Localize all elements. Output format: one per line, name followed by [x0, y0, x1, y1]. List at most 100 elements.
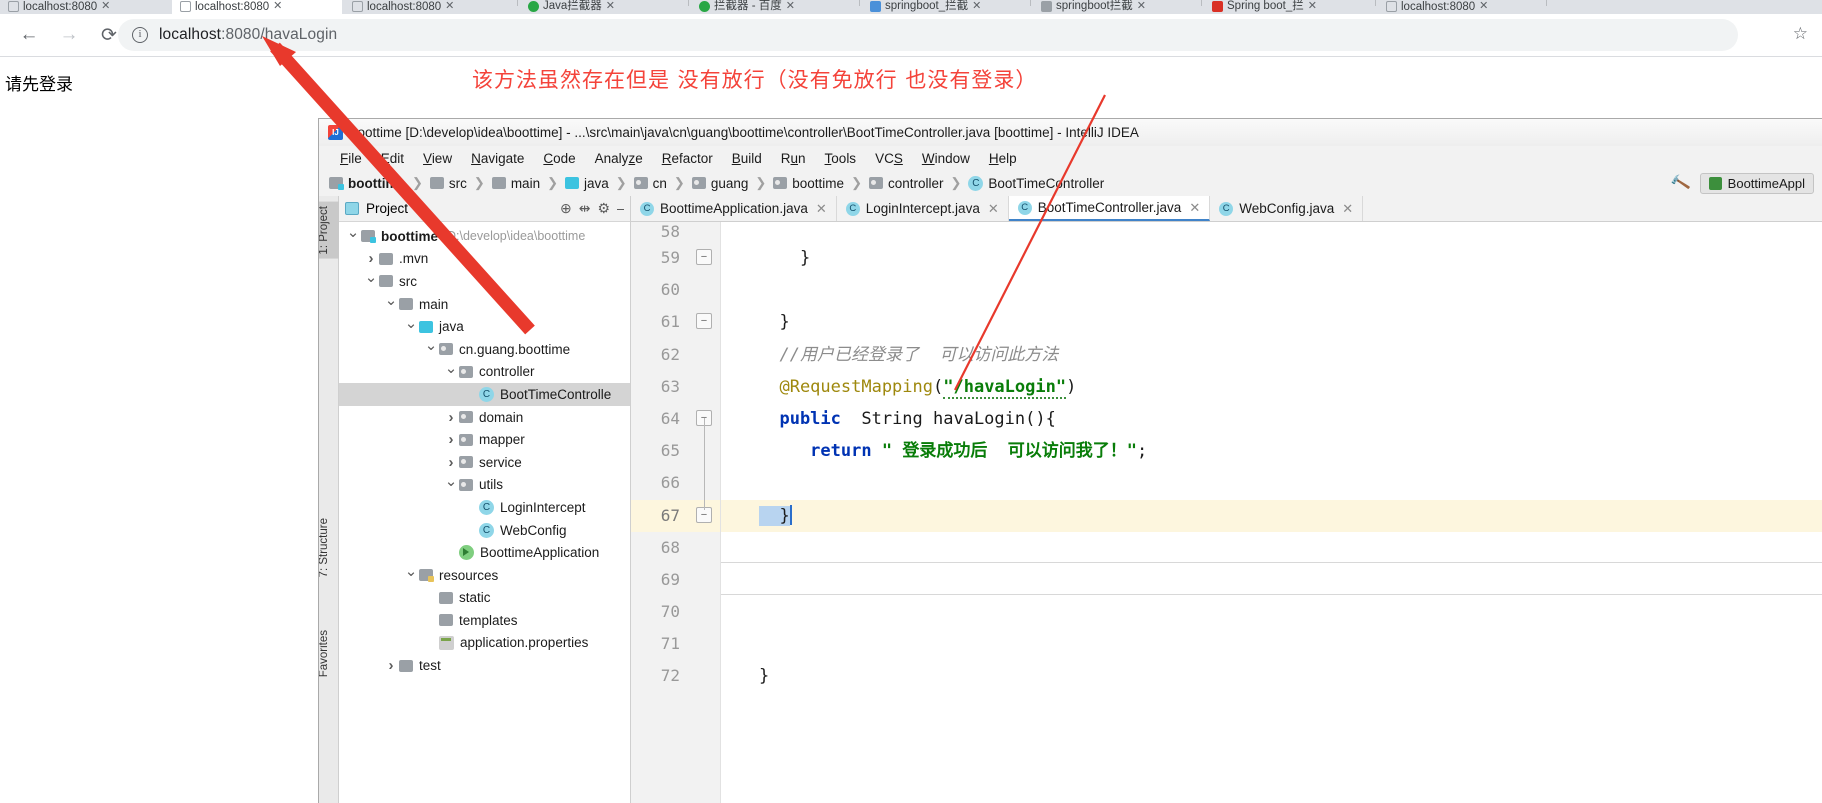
tool-window-button-structure[interactable]: 7: Structure — [319, 514, 340, 581]
editor-tab-boottimeapplication[interactable]: C BoottimeApplication.java ✕ — [631, 196, 837, 221]
browser-tab-active[interactable]: localhost:8080 ✕ — [172, 0, 342, 14]
close-icon[interactable]: ✕ — [1189, 200, 1200, 216]
menu-item-code[interactable]: Code — [534, 149, 584, 168]
browser-tab[interactable]: 拦截器 - 百度 ✕ — [691, 0, 856, 14]
gear-icon[interactable]: ⚙ — [597, 200, 610, 217]
code-line[interactable] — [721, 628, 1822, 660]
close-icon[interactable]: ✕ — [786, 0, 795, 12]
code-line[interactable] — [721, 222, 1822, 242]
breadcrumb-item-boottime-pkg[interactable]: boottime — [773, 176, 844, 191]
run-configuration-selector[interactable]: BoottimeAppl — [1699, 172, 1814, 194]
breadcrumb-item-cn[interactable]: cn — [633, 176, 667, 191]
tree-item-resources[interactable]: resources — [339, 564, 630, 587]
address-bar[interactable]: i localhost:8080/havaLogin — [118, 19, 1738, 51]
forward-arrow-icon[interactable]: → — [52, 18, 86, 52]
code-text-area[interactable]: } } //用户已经登录了 可以访问此方法 @RequestMapping("/… — [721, 222, 1822, 803]
menu-item-refactor[interactable]: Refactor — [653, 149, 722, 168]
tree-item-java[interactable]: java — [339, 315, 630, 338]
close-icon[interactable]: ✕ — [273, 0, 282, 12]
editor-tab-loginintercept[interactable]: C LoginIntercept.java ✕ — [837, 196, 1009, 221]
chevron-down-icon[interactable] — [363, 272, 379, 290]
code-line[interactable]: } — [721, 242, 1822, 274]
chevron-right-icon[interactable] — [383, 657, 399, 674]
tree-item-boottimeapplication[interactable]: BoottimeApplication — [339, 541, 630, 564]
browser-tab[interactable]: localhost:8080 ✕ — [344, 0, 514, 14]
close-icon[interactable]: ✕ — [1308, 0, 1317, 12]
menu-item-run[interactable]: Run — [772, 149, 815, 168]
chevron-right-icon[interactable] — [363, 250, 379, 267]
breadcrumb-item-class[interactable]: C BootTimeController — [968, 175, 1104, 191]
chevron-down-icon[interactable] — [423, 340, 439, 358]
breadcrumb-item-java[interactable]: java — [564, 176, 609, 191]
tree-item-mapper[interactable]: mapper — [339, 428, 630, 451]
code-line-method-signature[interactable]: public String havaLogin(){ — [721, 403, 1822, 435]
tree-item-test[interactable]: test — [339, 654, 630, 677]
code-line-comment[interactable]: //用户已经登录了 可以访问此方法 — [721, 339, 1822, 371]
tree-item-boottimecontroller[interactable]: C BootTimeControlle — [339, 383, 630, 406]
browser-tab[interactable]: localhost:8080 ✕ — [0, 0, 170, 14]
editor-tab-webconfig[interactable]: C WebConfig.java ✕ — [1210, 196, 1364, 221]
back-arrow-icon[interactable]: ← — [12, 18, 46, 52]
code-line[interactable] — [721, 467, 1822, 499]
collapse-all-icon[interactable]: ⇹ — [579, 200, 591, 217]
tool-window-button-project[interactable]: 1: Project — [319, 202, 340, 259]
browser-tab[interactable]: localhost:8080 ✕ — [1378, 0, 1543, 14]
tree-item-cn-guang-boottime[interactable]: cn.guang.boottime — [339, 338, 630, 361]
tree-item-static[interactable]: static — [339, 587, 630, 610]
menu-item-window[interactable]: Window — [913, 149, 979, 168]
tree-item-main[interactable]: main — [339, 293, 630, 316]
browser-tab[interactable]: springboot拦截 ✕ — [1033, 0, 1198, 14]
close-icon[interactable]: ✕ — [1342, 201, 1353, 217]
close-icon[interactable]: ✕ — [816, 201, 827, 217]
chevron-down-icon[interactable] — [403, 566, 419, 584]
code-line-annotation[interactable]: @RequestMapping("/havaLogin") — [721, 371, 1822, 403]
browser-tab[interactable]: Spring boot_拦 ✕ — [1204, 0, 1369, 14]
fold-marker[interactable]: − — [696, 249, 712, 265]
tree-item-boottime[interactable]: boottime D:\develop\idea\boottime — [339, 225, 630, 248]
close-icon[interactable]: ✕ — [988, 201, 999, 217]
tree-item-loginintercept[interactable]: C LoginIntercept — [339, 496, 630, 519]
chevron-right-icon[interactable] — [443, 431, 459, 448]
menu-item-navigate[interactable]: Navigate — [462, 149, 533, 168]
close-icon[interactable]: ✕ — [606, 0, 615, 12]
chevron-down-icon[interactable] — [443, 363, 459, 381]
code-line-current[interactable]: } — [721, 499, 1822, 532]
breadcrumb-item-boottime[interactable]: boottime — [329, 176, 405, 191]
target-icon[interactable]: ⊕ — [560, 200, 572, 217]
menu-item-analyze[interactable]: Analyze — [586, 149, 652, 168]
browser-tab[interactable]: Java拦截器 ✕ — [520, 0, 685, 14]
tree-item-utils[interactable]: utils — [339, 474, 630, 497]
close-icon[interactable]: ✕ — [1479, 0, 1488, 12]
menu-item-edit[interactable]: Edit — [372, 149, 413, 168]
menu-item-help[interactable]: Help — [980, 149, 1026, 168]
menu-item-vcs[interactable]: VCS — [866, 149, 912, 168]
fold-marker[interactable]: − — [696, 313, 712, 329]
tree-item-controller[interactable]: controller — [339, 361, 630, 384]
menu-item-view[interactable]: View — [414, 149, 461, 168]
breadcrumb-item-src[interactable]: src — [429, 176, 467, 191]
tree-item-src[interactable]: src — [339, 270, 630, 293]
chevron-right-icon[interactable] — [443, 454, 459, 471]
chevron-down-icon[interactable] — [443, 476, 459, 494]
hammer-icon[interactable]: 🔨 — [1669, 172, 1691, 194]
browser-tab[interactable]: springboot_拦截 ✕ — [862, 0, 1027, 14]
tree-item-mvn[interactable]: .mvn — [339, 248, 630, 271]
menu-item-file[interactable]: FFileile — [331, 149, 371, 168]
menu-item-tools[interactable]: Tools — [816, 149, 866, 168]
chevron-right-icon[interactable] — [443, 409, 459, 426]
code-line[interactable] — [721, 564, 1822, 596]
code-line-return[interactable]: return " 登录成功后 可以访问我了！"; — [721, 435, 1822, 467]
info-circle-icon[interactable]: i — [132, 27, 148, 43]
chevron-down-icon[interactable]: ▼ — [415, 204, 424, 214]
chevron-down-icon[interactable] — [403, 318, 419, 336]
close-icon[interactable]: ✕ — [972, 0, 981, 12]
breadcrumb-item-controller[interactable]: controller — [868, 176, 944, 191]
tree-item-templates[interactable]: templates — [339, 609, 630, 632]
tool-window-button-favorites[interactable]: Favorites — [319, 626, 340, 681]
chevron-down-icon[interactable] — [383, 295, 399, 313]
tree-item-domain[interactable]: domain — [339, 406, 630, 429]
code-line[interactable]: } — [721, 660, 1822, 692]
close-icon[interactable]: ✕ — [445, 0, 454, 12]
editor-tab-boottimecontroller[interactable]: C BootTimeController.java ✕ — [1008, 196, 1211, 221]
code-line[interactable] — [721, 532, 1822, 564]
